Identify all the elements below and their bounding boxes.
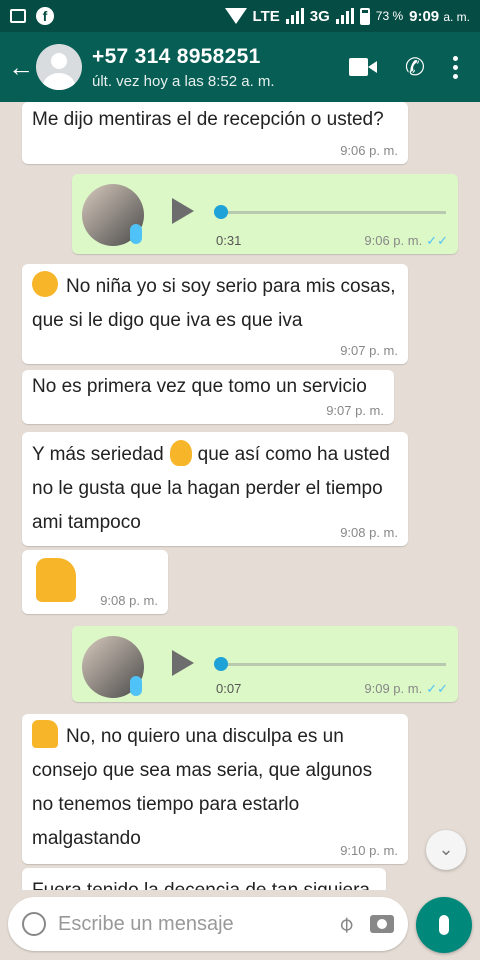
emoji-icon[interactable] (22, 912, 46, 936)
message-time: 9:10 p. m. (340, 843, 398, 858)
wifi-icon (224, 8, 247, 24)
camera-icon[interactable] (370, 915, 394, 933)
ok-hand-emoji-icon (169, 440, 192, 466)
network-type-2: 3G (309, 7, 330, 25)
microphone-icon (130, 224, 142, 244)
message-time: 9:07 p. m. (326, 403, 384, 418)
voice-message-outgoing[interactable]: 0:07 9:09 p. m. ✓✓ (72, 626, 458, 702)
voice-message-outgoing[interactable]: 0:31 9:06 p. m. ✓✓ (72, 174, 458, 254)
play-icon[interactable] (172, 650, 194, 676)
message-time-text: 9:09 p. m. (364, 681, 423, 696)
voice-progress-knob[interactable] (214, 657, 228, 671)
clock-time: 9:09 (409, 7, 440, 25)
message-text: No es primera vez que tomo un servicio (32, 376, 367, 397)
battery-icon (359, 7, 370, 25)
gallery-notification-icon (10, 9, 26, 23)
facebook-notification-icon: f (36, 7, 54, 25)
message-time: 9:08 p. m. (100, 593, 158, 608)
microphone-button[interactable] (416, 897, 472, 953)
message-time: 9:08 p. m. (340, 525, 398, 540)
voice-progress-track[interactable] (220, 211, 446, 214)
chat-header: ← +57 314 8958251 últ. vez hoy a las 8:5… (0, 32, 480, 102)
voice-progress-knob[interactable] (214, 205, 228, 219)
play-icon[interactable] (172, 198, 194, 224)
video-call-icon[interactable] (348, 58, 377, 76)
arrow-left-icon[interactable]: ← (0, 52, 36, 83)
message-time: 9:06 p. m. ✓✓ (364, 234, 448, 248)
signal-icon-2 (335, 8, 354, 24)
compose-bar: ⌀ (8, 897, 408, 951)
message-list[interactable]: Me dijo mentiras el de recepción o usted… (0, 102, 480, 890)
message-time-text: 9:06 p. m. (364, 233, 423, 248)
contact-name: +57 314 8958251 (92, 44, 261, 68)
message-text: Y más seriedad (32, 444, 164, 465)
double-check-icon: ✓✓ (426, 233, 448, 248)
last-seen: últ. vez hoy a las 8:52 a. m. (92, 72, 275, 90)
message-text: No niña yo si soy serio para mis cosas, … (32, 276, 396, 331)
message-time: 9:06 p. m. (340, 143, 398, 158)
signal-icon (285, 8, 304, 24)
status-bar: f LTE 3G 73 % 9:09 a. m. (0, 0, 480, 32)
message-text: No, no quiero una disculpa es un consejo… (32, 726, 373, 849)
clock: 9:09 a. m. (409, 8, 470, 25)
chevrons-down-icon[interactable]: ⌄ (426, 830, 466, 870)
thumbs-up-emoji-icon (36, 558, 76, 602)
battery-level: 73 % (375, 9, 404, 23)
message-time: 9:07 p. m. (340, 343, 398, 358)
voice-duration: 0:31 (216, 233, 242, 248)
message-incoming[interactable]: Me dijo mentiras el de recepción o usted… (22, 102, 408, 164)
emoji-message-incoming[interactable]: 9:08 p. m. (22, 550, 168, 614)
voice-duration: 0:07 (216, 681, 242, 696)
clock-suffix: a. m. (443, 9, 470, 24)
message-incoming[interactable]: No es primera vez que tomo un servicio 9… (22, 370, 394, 424)
microphone-icon (439, 915, 449, 935)
message-incoming[interactable]: No niña yo si soy serio para mis cosas, … (22, 264, 408, 364)
message-input[interactable] (58, 912, 339, 936)
message-incoming[interactable]: No, no quiero una disculpa es un consejo… (22, 714, 408, 864)
message-text: Fuera tenido la decencia de tan siquiera (32, 880, 370, 890)
message-text: Me dijo mentiras el de recepción o usted… (32, 109, 384, 130)
thumbs-up-emoji-icon (32, 720, 58, 748)
avatar[interactable] (36, 44, 82, 90)
message-incoming[interactable]: Fuera tenido la decencia de tan siquiera (22, 868, 386, 890)
message-incoming[interactable]: Y más seriedad que así como ha usted no l… (22, 432, 408, 546)
contact-info[interactable]: +57 314 8958251 últ. vez hoy a las 8:52 … (92, 45, 349, 90)
microphone-icon (130, 676, 142, 696)
double-check-icon: ✓✓ (426, 681, 448, 696)
message-time: 9:09 p. m. ✓✓ (364, 682, 448, 696)
network-type: LTE (252, 7, 280, 25)
voice-progress-track[interactable] (220, 663, 446, 666)
more-vert-icon[interactable] (453, 55, 458, 79)
smirk-emoji-icon (32, 271, 58, 297)
phone-icon[interactable]: ✆ (405, 53, 425, 82)
